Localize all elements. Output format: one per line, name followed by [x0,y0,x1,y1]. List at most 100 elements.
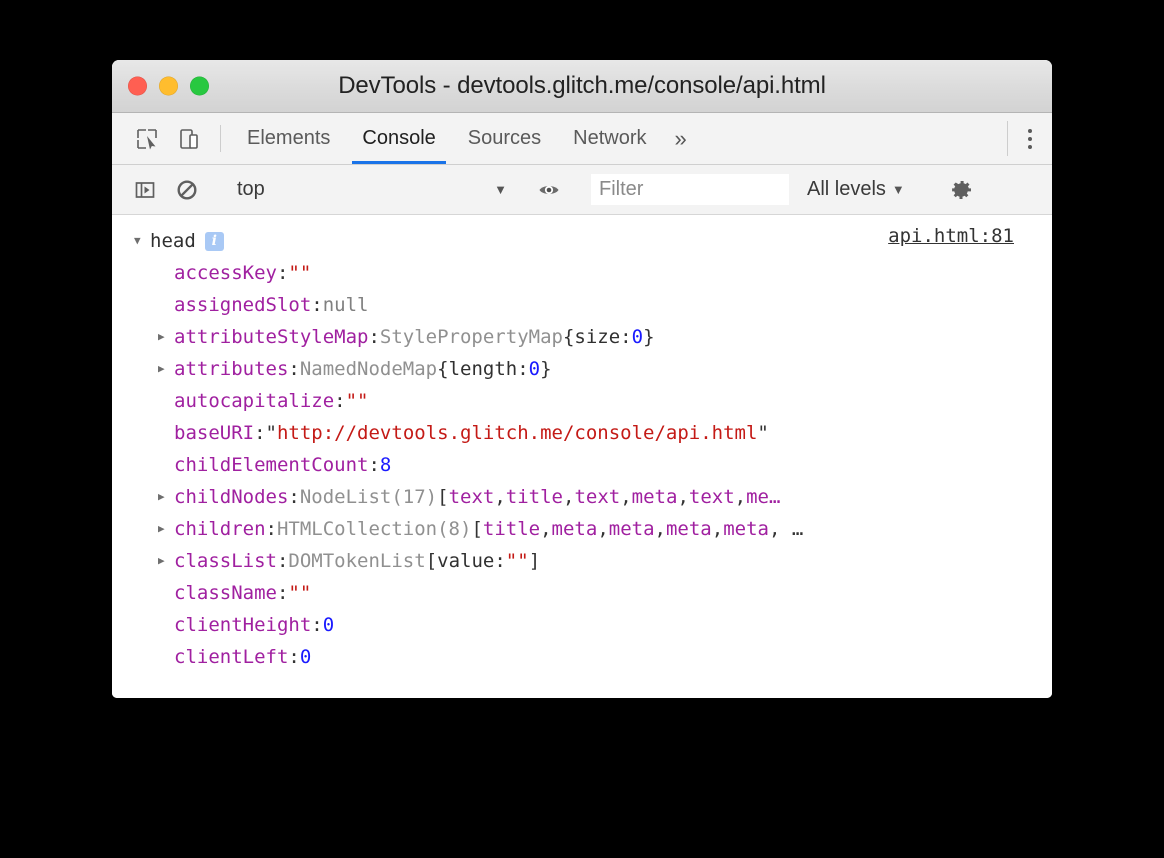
execution-context-select[interactable]: top ▼ [229,178,507,201]
property-value-token: null [323,289,369,321]
property-name: attributes [174,353,288,385]
property-value-token: [ [426,545,437,577]
tabbar-spacer [699,113,1007,164]
property-value-token: 0 [529,353,540,385]
property-name: clientHeight [174,609,311,641]
window-title: DevTools - devtools.glitch.me/console/ap… [338,72,826,100]
settings-gear-icon[interactable] [940,177,982,203]
property-colon: : [277,545,288,577]
property-colon: : [277,577,288,609]
property-value-token: title [483,513,540,545]
console-property-row: clientLeft: 0 [112,641,1052,673]
console-property-row[interactable]: classList: DOMTokenList [value: ""] [112,545,1052,577]
disclosure-triangle-closed-icon[interactable] [158,513,174,545]
property-value-token: 0 [300,641,311,673]
disclosure-triangle-closed-icon[interactable] [158,545,174,577]
console-property-row: accessKey: "" [112,257,1052,289]
property-value-token: , [677,481,688,513]
disclosure-triangle-closed-icon[interactable] [158,353,174,385]
property-value-token: title [506,481,563,513]
property-colon: : [277,257,288,289]
property-value-token: HTMLCollection(8) [277,513,471,545]
devtools-tabbar: Elements Console Sources Network » [112,113,1052,165]
property-value-token: [ [437,481,448,513]
log-levels-value: All levels [807,178,886,201]
console-property-row[interactable]: childNodes: NodeList(17) [text, title, t… [112,481,1052,513]
property-value-token: } [643,321,654,353]
property-value-token: DOMTokenList [288,545,425,577]
device-toolbar-icon[interactable] [168,113,210,164]
console-sidebar-icon[interactable] [124,179,166,201]
inspect-element-icon[interactable] [126,113,168,164]
property-value-token: "" [506,545,529,577]
property-name: children [174,513,266,545]
property-value-token: , [620,481,631,513]
property-value-token: value [437,545,494,577]
log-levels-select[interactable]: All levels ▼ [789,178,919,201]
tab-network-label: Network [573,127,646,150]
source-location-link[interactable]: api.html:81 [888,225,1014,247]
console-output: api.html:81 headiaccessKey: ""assignedSl… [112,215,1052,698]
property-value-token: , [540,513,551,545]
disclosure-triangle-closed-icon[interactable] [158,481,174,513]
tab-sources[interactable]: Sources [452,113,557,164]
property-value-token: , [494,481,505,513]
tab-console-label: Console [362,127,435,150]
disclosure-triangle-closed-icon[interactable] [158,321,174,353]
tab-network[interactable]: Network [557,113,662,164]
property-colon: : [368,321,379,353]
tab-console[interactable]: Console [346,113,451,164]
console-property-row: autocapitalize: "" [112,385,1052,417]
tab-elements-label: Elements [247,127,330,150]
property-value-token: : [494,545,505,577]
property-value-token: , … [769,513,803,545]
property-colon: : [311,609,322,641]
maximize-window-button[interactable] [190,77,209,96]
property-value-token: meta [666,513,712,545]
property-colon: : [334,385,345,417]
console-property-row[interactable]: attributes: NamedNodeMap {length: 0} [112,353,1052,385]
live-expression-icon[interactable] [528,177,570,203]
property-value-token: length [449,353,518,385]
property-value-token: 0 [632,321,643,353]
minimize-window-button[interactable] [159,77,178,96]
property-colon: : [311,289,322,321]
property-value-token: : [517,353,528,385]
property-value-token: [ [471,513,482,545]
property-value-token: StylePropertyMap [380,321,563,353]
property-value-token: "" [288,577,311,609]
property-name: className [174,577,277,609]
console-property-row[interactable]: children: HTMLCollection(8) [title, meta… [112,513,1052,545]
console-property-row: clientHeight: 0 [112,609,1052,641]
console-property-row: baseURI: "http://devtools.glitch.me/cons… [112,417,1052,449]
more-tabs-icon[interactable]: » [663,113,699,164]
devtools-menu-icon[interactable] [1008,113,1052,164]
property-value-token: : [620,321,631,353]
clear-console-icon[interactable] [166,178,208,202]
info-badge-icon[interactable]: i [205,232,224,251]
console-filter-input[interactable] [591,174,789,205]
console-property-row[interactable]: attributeStyleMap: StylePropertyMap {siz… [112,321,1052,353]
property-value-token: "" [288,257,311,289]
property-value-token: NamedNodeMap [300,353,437,385]
property-value-token: ] [529,545,540,577]
property-name: accessKey [174,257,277,289]
property-value-token: text [449,481,495,513]
window-titlebar: DevTools - devtools.glitch.me/console/ap… [112,60,1052,113]
disclosure-triangle-open-icon[interactable] [134,225,150,257]
property-value-token: , [712,513,723,545]
property-value-token: , [735,481,746,513]
close-window-button[interactable] [128,77,147,96]
property-value-token: , [563,481,574,513]
property-value-token: text [574,481,620,513]
property-value-token: meta [632,481,678,513]
property-value-token: size [574,321,620,353]
chevron-down-icon-levels: ▼ [892,182,905,197]
console-toolbar: top ▼ All levels ▼ [112,165,1052,215]
tab-elements[interactable]: Elements [231,113,346,164]
chevron-down-icon: ▼ [494,182,507,197]
property-value-token: , [597,513,608,545]
property-value-token: 8 [380,449,391,481]
console-property-row: assignedSlot: null [112,289,1052,321]
property-colon: : [288,641,299,673]
